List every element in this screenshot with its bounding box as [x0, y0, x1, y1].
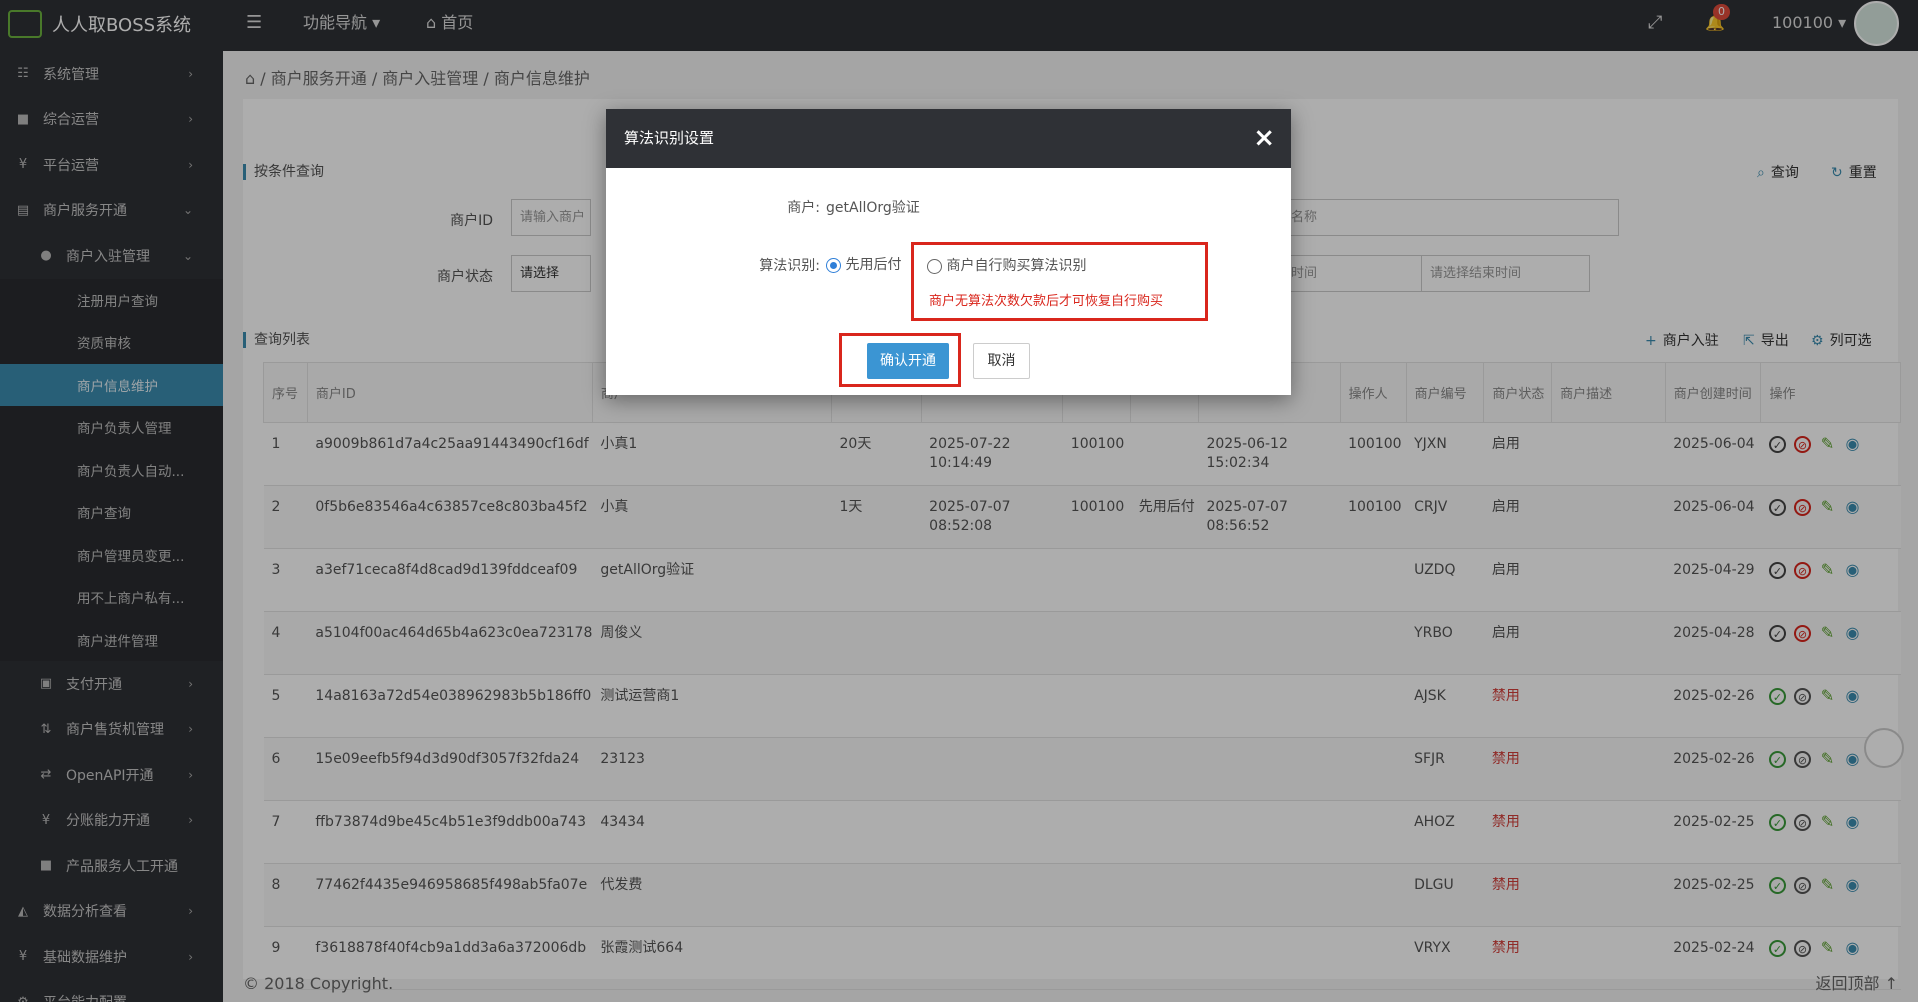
highlight-box [911, 242, 1208, 321]
modal-header: 算法识别设置 × [606, 109, 1291, 168]
cancel-button[interactable]: 取消 [973, 343, 1030, 379]
close-icon[interactable]: × [1253, 109, 1275, 168]
option-self-purchase[interactable]: 商户自行购买算法识别 [927, 255, 1086, 275]
modal-title: 算法识别设置 [624, 129, 715, 147]
option-self-purchase-label: 商户自行购买算法识别 [946, 258, 1087, 274]
confirm-button[interactable]: 确认开通 [867, 343, 949, 379]
radio-self-purchase[interactable] [927, 258, 942, 274]
radio-prepay[interactable] [826, 257, 841, 273]
option-prepay-label: 先用后付 [845, 257, 902, 273]
algorithm-label: 算法识别: [759, 258, 820, 274]
merchant-value: getAllOrg验证 [826, 200, 920, 216]
option-prepay[interactable]: 先用后付 [826, 254, 901, 274]
warning-text: 商户无算法次数欠款后才可恢复自行购买 [929, 294, 1164, 309]
merchant-label: 商户: [787, 200, 820, 216]
algorithm-settings-modal: 算法识别设置 × 商户: getAllOrg验证 算法识别: 先用后付 商户自行… [606, 109, 1291, 395]
